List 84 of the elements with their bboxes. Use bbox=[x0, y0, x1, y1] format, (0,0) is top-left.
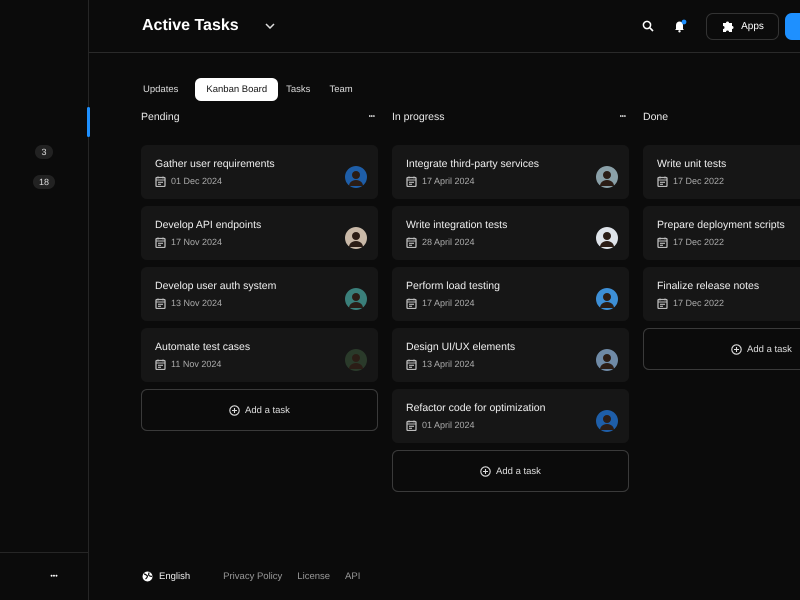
avatar bbox=[345, 288, 367, 310]
tab[interactable]: Tasks bbox=[284, 78, 322, 101]
add-task-button[interactable]: Add a task bbox=[141, 389, 378, 431]
task-title: Integrate third-party services bbox=[406, 158, 540, 170]
task-card[interactable]: Write integration tests 28 April 2024 bbox=[392, 206, 629, 260]
count-badge: 18 bbox=[32, 175, 55, 189]
avatar bbox=[596, 349, 618, 371]
footer-link[interactable]: Privacy Policy bbox=[223, 571, 282, 582]
plus-circle-icon bbox=[480, 466, 492, 476]
task-title: Automate test cases bbox=[155, 340, 252, 352]
calendar-icon bbox=[657, 236, 668, 248]
task-title: Develop user auth system bbox=[155, 280, 278, 292]
avatar bbox=[345, 166, 367, 188]
due-date: 17 Dec 2022 bbox=[673, 298, 724, 308]
task-title: Finalize release notes bbox=[657, 280, 760, 292]
calendar-icon bbox=[155, 236, 166, 248]
task-card[interactable]: Gather user requirements 01 Dec 2024 bbox=[141, 145, 378, 199]
calendar-icon bbox=[406, 176, 417, 186]
column-title: Done bbox=[643, 111, 668, 123]
globe-icon bbox=[142, 571, 153, 582]
avatar bbox=[596, 288, 618, 310]
task-title: Refactor code for optimization bbox=[406, 402, 546, 414]
primary-button[interactable] bbox=[785, 12, 800, 40]
due-date: 11 Nov 2024 bbox=[171, 359, 222, 369]
calendar-icon bbox=[657, 298, 668, 308]
task-title: Gather user requirements bbox=[155, 158, 276, 170]
task-card[interactable]: Automate test cases 11 Nov 2024 bbox=[141, 328, 378, 382]
footer-link[interactable]: API bbox=[345, 571, 360, 582]
task-card[interactable]: Develop user auth system 13 Nov 2024 bbox=[141, 267, 378, 321]
avatar bbox=[596, 227, 618, 249]
column-title: In progress bbox=[392, 111, 445, 123]
avatar bbox=[345, 227, 367, 249]
tab[interactable]: Kanban Board bbox=[195, 78, 278, 101]
task-title: Write unit tests bbox=[657, 158, 728, 170]
plus-circle-icon bbox=[731, 344, 742, 354]
calendar-icon bbox=[406, 358, 417, 370]
task-card[interactable]: Write unit tests 17 Dec 2022 bbox=[643, 145, 800, 199]
due-date: 17 Dec 2022 bbox=[673, 176, 724, 186]
add-task-button[interactable]: Add a task bbox=[643, 328, 800, 370]
puzzle-icon bbox=[721, 19, 736, 33]
calendar-icon bbox=[657, 176, 668, 186]
task-card[interactable]: Finalize release notes 17 Dec 2022 bbox=[643, 267, 800, 321]
task-title: Develop API endpoints bbox=[155, 218, 262, 230]
due-date: 17 April 2024 bbox=[422, 176, 475, 186]
plus-circle-icon bbox=[229, 404, 240, 416]
due-date: 17 April 2024 bbox=[422, 298, 475, 308]
task-card[interactable]: Perform load testing 17 April 2024 bbox=[392, 267, 629, 321]
task-title: Write integration tests bbox=[406, 218, 508, 230]
tab[interactable]: Updates bbox=[141, 78, 190, 101]
due-date: 01 April 2024 bbox=[422, 420, 475, 430]
due-date: 28 April 2024 bbox=[422, 237, 475, 247]
task-card[interactable]: Prepare deployment scripts 17 Dec 2022 bbox=[643, 206, 800, 260]
page-title: Active Tasks bbox=[142, 17, 239, 35]
calendar-icon bbox=[406, 236, 417, 248]
count-badge: 3 bbox=[35, 145, 52, 159]
calendar-icon bbox=[155, 298, 166, 308]
apps-button[interactable]: Apps bbox=[706, 12, 779, 40]
chevron-down-icon[interactable] bbox=[264, 23, 275, 29]
due-date: 13 April 2024 bbox=[422, 359, 475, 369]
task-card[interactable]: Integrate third-party services 17 April 2024 bbox=[392, 145, 629, 199]
avatar bbox=[345, 349, 367, 371]
search-icon[interactable] bbox=[642, 20, 654, 32]
column-title: Pending bbox=[141, 111, 180, 123]
calendar-icon bbox=[406, 420, 417, 430]
task-title: Perform load testing bbox=[406, 280, 501, 292]
calendar-icon bbox=[155, 358, 166, 370]
calendar-icon bbox=[155, 176, 166, 186]
task-card[interactable]: Refactor code for optimization 01 April 2024 bbox=[392, 389, 629, 443]
notification-bell-icon[interactable] bbox=[673, 19, 687, 33]
task-card[interactable]: Design UI/UX elements 13 April 2024 bbox=[392, 328, 629, 382]
tab[interactable]: Team bbox=[327, 78, 364, 101]
avatar bbox=[596, 410, 618, 432]
due-date: 17 Nov 2024 bbox=[171, 237, 222, 247]
task-card[interactable]: Develop API endpoints 17 Nov 2024 bbox=[141, 206, 378, 260]
due-date: 13 Nov 2024 bbox=[171, 298, 222, 308]
task-title: Prepare deployment scripts bbox=[657, 218, 786, 230]
due-date: 01 Dec 2024 bbox=[171, 176, 222, 186]
calendar-icon bbox=[406, 298, 417, 308]
task-title: Design UI/UX elements bbox=[406, 340, 516, 352]
footer-link[interactable]: License bbox=[297, 571, 330, 582]
avatar bbox=[596, 166, 618, 188]
language-selector[interactable]: English bbox=[142, 571, 190, 582]
add-task-button[interactable]: Add a task bbox=[392, 450, 629, 492]
due-date: 17 Dec 2022 bbox=[673, 237, 724, 247]
